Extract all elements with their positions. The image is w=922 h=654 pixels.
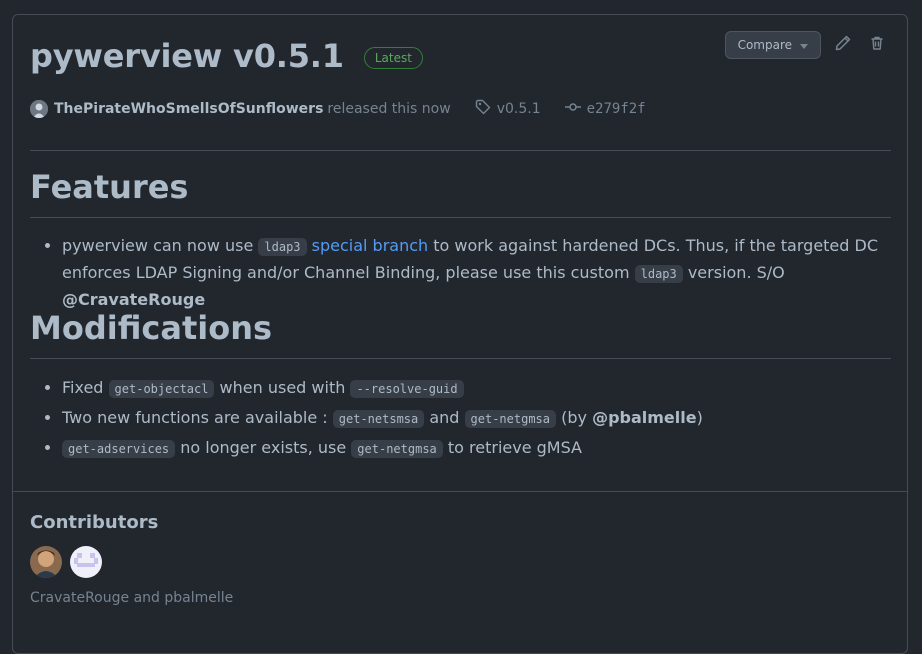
compare-button[interactable]: Compare — [724, 31, 821, 59]
inline-code: get-netsmsa — [332, 410, 425, 428]
release-actions: Compare — [724, 31, 889, 59]
list-text: Fixed — [62, 378, 109, 397]
list-item: pywerview can now use ldap3 special bran… — [62, 233, 891, 313]
release-title[interactable]: pywerview v0.5.1 — [30, 37, 344, 75]
latest-badge: Latest — [363, 47, 423, 69]
list-text: ) — [696, 408, 703, 427]
compare-label: Compare — [737, 38, 792, 52]
commit-link[interactable]: e279f2f — [564, 99, 646, 119]
features-divider — [30, 217, 891, 218]
modifications-heading: Modifications — [30, 309, 273, 347]
features-list: pywerview can now use ldap3 special bran… — [30, 233, 891, 313]
contributor-avatars — [30, 546, 102, 578]
commit-icon — [564, 99, 581, 119]
avatar-pbalmelle[interactable] — [70, 546, 102, 578]
tag-link[interactable]: v0.5.1 — [475, 99, 541, 119]
trash-icon — [869, 35, 885, 55]
commit-sha: e279f2f — [586, 101, 646, 117]
caret-down-icon — [800, 38, 808, 52]
inline-code: get-adservices — [62, 440, 176, 458]
contributors-names: CravateRouge and pbalmelle — [30, 590, 234, 606]
list-text: no longer exists, use — [175, 438, 352, 457]
released-text: released this now — [327, 101, 451, 117]
list-text: to retrieve gMSA — [442, 438, 582, 457]
list-text: when used with — [214, 378, 351, 397]
release-card: pywerview v0.5.1 Latest Compare ThePirat… — [12, 14, 908, 654]
list-text: and — [424, 408, 465, 427]
list-item: get-adservices no longer exists, use get… — [62, 435, 891, 462]
list-text: Two new functions are available : — [62, 408, 333, 427]
list-item: Fixed get-objectacl when used with --res… — [62, 375, 891, 402]
modifications-list: Fixed get-objectacl when used with --res… — [30, 375, 891, 462]
modifications-divider — [30, 358, 891, 359]
inline-code: --resolve-guid — [350, 380, 464, 398]
pencil-icon — [835, 35, 851, 55]
release-meta: ThePirateWhoSmellsOfSunflowers released … — [30, 99, 646, 119]
list-text: (by — [556, 408, 593, 427]
special-branch-link[interactable]: special branch — [312, 236, 429, 255]
header-divider — [30, 150, 891, 151]
author-link[interactable]: ThePirateWhoSmellsOfSunflowers — [54, 101, 323, 117]
list-text: pywerview can now use — [62, 236, 259, 255]
tag-label: v0.5.1 — [496, 101, 541, 117]
contributors-title: Contributors — [30, 512, 159, 533]
author-avatar[interactable] — [30, 100, 48, 118]
inline-code: ldap3 — [258, 238, 307, 256]
list-text: version. S/O — [682, 263, 785, 282]
contributors-divider — [13, 491, 907, 492]
inline-code: ldap3 — [634, 265, 683, 283]
delete-button[interactable] — [865, 33, 889, 57]
features-heading: Features — [30, 168, 189, 206]
inline-code: get-netgmsa — [464, 410, 557, 428]
list-item: Two new functions are available : get-ne… — [62, 405, 891, 432]
edit-button[interactable] — [831, 33, 855, 57]
inline-code: get-netgmsa — [351, 440, 443, 458]
avatar-cravaterouge[interactable] — [30, 546, 62, 578]
inline-code: get-objectacl — [108, 380, 215, 398]
release-header: pywerview v0.5.1 Latest — [30, 37, 423, 75]
mention-cravaterouge[interactable]: @CravateRouge — [62, 290, 205, 309]
mention-pbalmelle[interactable]: @pbalmelle — [592, 408, 697, 427]
tag-icon — [475, 99, 491, 119]
